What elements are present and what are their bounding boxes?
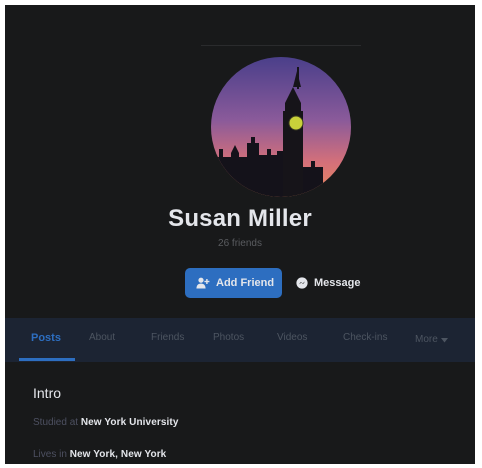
education-prefix: Studied at <box>33 417 81 428</box>
tab-posts[interactable]: Posts <box>31 318 61 362</box>
add-friend-label: Add Friend <box>216 277 275 289</box>
tab-more[interactable]: More <box>415 318 448 362</box>
caret-down-icon <box>440 338 448 343</box>
active-tab-indicator <box>19 358 75 361</box>
intro-heading: Intro <box>33 385 62 401</box>
location-prefix: Lives in <box>33 449 70 460</box>
location-value[interactable]: New York, New York <box>70 449 167 460</box>
education-value[interactable]: New York University <box>81 417 179 428</box>
tab-more-label: More <box>415 334 438 345</box>
friends-count[interactable]: 26 friends <box>5 238 475 249</box>
tab-friends[interactable]: Friends <box>151 318 184 362</box>
message-label: Message <box>314 277 361 289</box>
avatar-image <box>211 57 351 197</box>
messenger-icon <box>296 277 308 289</box>
tab-check-ins[interactable]: Check-ins <box>343 318 387 362</box>
tab-about[interactable]: About <box>89 318 115 362</box>
profile-page: Susan Miller 26 friends Add Friend Messa… <box>5 5 475 464</box>
profile-tabs: Posts About Friends Photos Videos Check-… <box>5 318 475 362</box>
profile-avatar[interactable] <box>211 57 351 197</box>
user-plus-icon <box>196 277 210 289</box>
tab-photos[interactable]: Photos <box>213 318 244 362</box>
add-friend-button[interactable]: Add Friend <box>185 268 282 298</box>
profile-name: Susan Miller <box>168 205 312 232</box>
tab-videos[interactable]: Videos <box>277 318 307 362</box>
intro-item-location: Lives in New York, New York <box>33 449 166 460</box>
intro-item-education: Studied at New York University <box>33 417 179 428</box>
cover-divider <box>201 45 361 46</box>
message-button[interactable]: Message <box>292 268 372 298</box>
